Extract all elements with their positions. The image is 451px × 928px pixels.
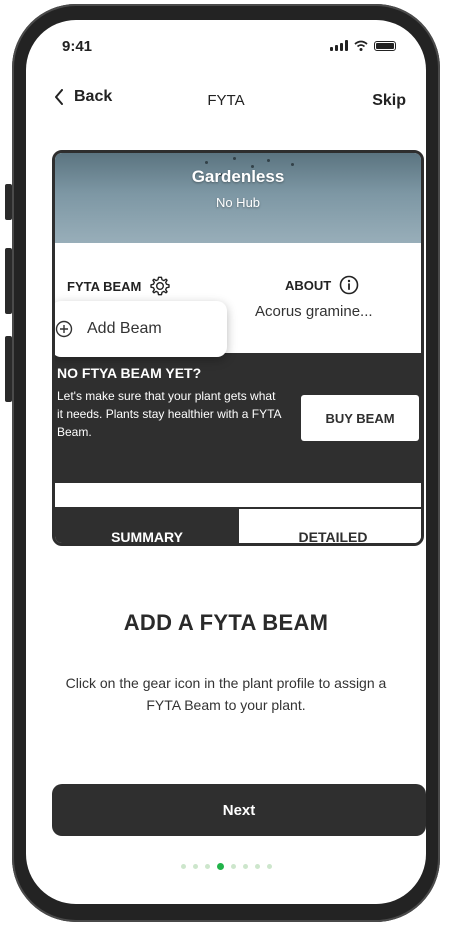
onboarding-heading: ADD A FYTA BEAM <box>123 610 329 635</box>
add-beam-label: Add Beam <box>87 320 162 337</box>
page-dot <box>242 864 248 869</box>
battery-icon <box>374 41 396 51</box>
page-dot <box>266 864 272 869</box>
status-time: 9:41 <box>62 38 93 55</box>
page-dot <box>254 864 260 869</box>
info-icon[interactable] <box>339 275 359 295</box>
nav-title: FYTA <box>207 92 245 109</box>
status-bar: 9:41 <box>26 20 426 76</box>
promo-title: NO FTYA BEAM YET? <box>57 365 202 381</box>
volume-up-button <box>5 248 12 314</box>
plant-species: Acorus gramine... <box>255 303 373 320</box>
page-dot-active <box>216 863 224 870</box>
fyta-beam-header: FYTA BEAM <box>67 275 171 297</box>
add-beam-popup[interactable]: Add Beam <box>55 301 227 357</box>
promo-text: Let's make sure that your plant gets wha… <box>57 389 281 439</box>
page-dot <box>204 864 210 869</box>
divider-strip <box>55 481 421 509</box>
page-dot <box>192 864 198 869</box>
mute-switch <box>5 184 12 220</box>
wifi-icon <box>354 40 368 51</box>
tab-detailed[interactable]: DETAILED <box>239 509 421 543</box>
plus-circle-icon <box>55 320 73 338</box>
fyta-beam-label: FYTA BEAM <box>67 278 142 294</box>
nav-bar: Back FYTA Skip <box>26 82 426 118</box>
about-label: ABOUT <box>285 277 332 293</box>
beam-promo-banner: NO FTYA BEAM YET? Let's make sure that y… <box>55 353 421 481</box>
skip-button[interactable]: Skip <box>372 92 406 110</box>
plant-profile-preview: Gardenless No Hub FYTA BEAM ABOUT Acorus… <box>52 150 424 546</box>
status-icons <box>330 40 396 51</box>
next-button[interactable]: Next <box>52 784 426 836</box>
page-indicator <box>26 863 426 870</box>
gear-icon[interactable] <box>149 275 171 297</box>
phone-screen: 9:41 Back FYTA Skip Gardenless No Hub FY… <box>26 20 426 904</box>
onboarding-description: Click on the gear icon in the plant prof… <box>65 675 387 713</box>
about-header: ABOUT <box>285 275 359 295</box>
page-dot <box>180 864 186 869</box>
plant-hero-image: Gardenless No Hub <box>55 153 421 243</box>
volume-down-button <box>5 336 12 402</box>
plant-name: Gardenless <box>191 167 285 186</box>
signal-icon <box>330 40 348 51</box>
buy-beam-button[interactable]: BUY BEAM <box>301 395 419 441</box>
hub-status: No Hub <box>215 195 261 210</box>
tab-summary[interactable]: SUMMARY <box>55 509 239 543</box>
page-dot <box>230 864 236 869</box>
